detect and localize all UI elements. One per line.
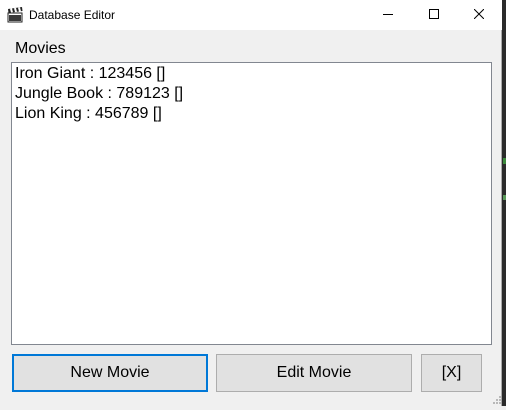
list-item[interactable]: Iron Giant : 123456 [] [15,64,165,84]
title-bar[interactable]: Database Editor [0,0,502,30]
maximize-icon [429,6,439,24]
resize-grip-icon[interactable] [490,392,502,404]
database-editor-window: Database Editor Movies Iron Giant : 1234… [0,0,502,406]
close-button[interactable]: [X] [421,354,482,392]
minimize-button[interactable] [365,0,411,30]
edit-movie-button[interactable]: Edit Movie [216,354,412,392]
movies-listbox[interactable]: Iron Giant : 123456 [] Jungle Book : 789… [11,62,492,345]
list-item[interactable]: Lion King : 456789 [] [15,104,162,124]
movies-label: Movies [15,40,66,57]
new-movie-button[interactable]: New Movie [12,354,208,392]
list-item[interactable]: Jungle Book : 789123 [] [15,84,183,104]
background-desktop-edge [502,0,506,406]
clapperboard-icon [7,7,23,23]
minimize-icon [383,6,393,24]
window-title: Database Editor [29,8,116,22]
close-window-button[interactable] [456,0,502,30]
maximize-button[interactable] [411,0,457,30]
close-icon [473,6,485,24]
